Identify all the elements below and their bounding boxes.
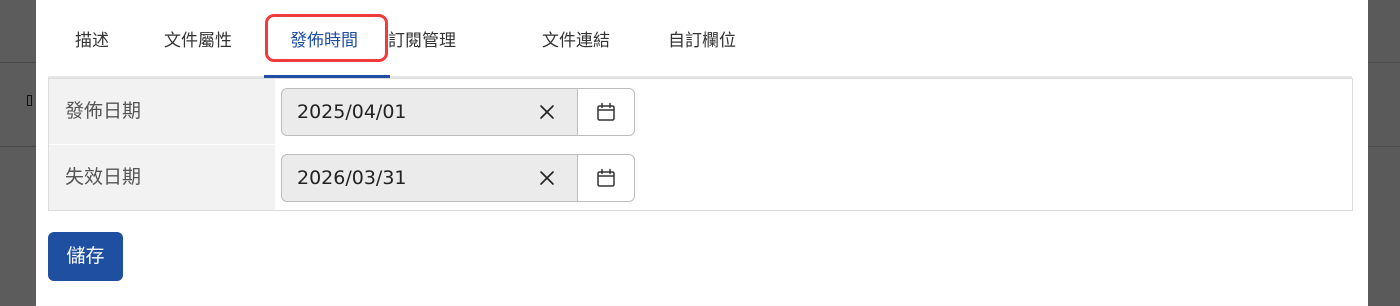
- publish-date-calendar-button[interactable]: [577, 88, 635, 136]
- document-settings-modal: 描述 文件屬性 發佈時間 訂閱管理 文件連結 自訂欄位 發佈日期 2025/04…: [36, 0, 1368, 306]
- tab-bar: 描述 文件屬性 發佈時間 訂閱管理 文件連結 自訂欄位: [36, 0, 1368, 78]
- expiry-date-value[interactable]: 2026/03/31: [297, 155, 407, 201]
- expiry-date-input[interactable]: 2026/03/31: [281, 154, 578, 202]
- backdrop-left: [0, 0, 36, 306]
- publish-date-value[interactable]: 2025/04/01: [297, 89, 407, 135]
- calendar-icon: [597, 168, 615, 187]
- tab-description[interactable]: 描述: [75, 26, 109, 56]
- tab-subscription-management[interactable]: 訂閱管理: [388, 26, 456, 56]
- calendar-icon: [597, 102, 615, 121]
- tab-document-properties[interactable]: 文件屬性: [164, 26, 232, 56]
- backdrop-divider: [1368, 146, 1400, 147]
- close-icon[interactable]: [539, 104, 555, 120]
- close-icon[interactable]: [539, 170, 555, 186]
- save-button[interactable]: 儲存: [48, 232, 123, 281]
- backdrop-right: [1368, 0, 1400, 306]
- backdrop-divider: [0, 146, 36, 147]
- tab-document-links[interactable]: 文件連結: [542, 26, 610, 56]
- backdrop-glyph: [27, 95, 32, 106]
- expiry-date-row: 失效日期 2026/03/31: [49, 145, 1352, 210]
- publish-date-row: 發佈日期 2025/04/01: [49, 79, 1352, 145]
- publish-date-label-cell: 發佈日期: [49, 79, 275, 144]
- publish-date-input[interactable]: 2025/04/01: [281, 88, 578, 136]
- expiry-date-label: 失效日期: [65, 166, 142, 188]
- expiry-date-label-cell: 失效日期: [49, 145, 275, 210]
- tab-custom-fields[interactable]: 自訂欄位: [668, 26, 736, 56]
- tab-highlight-box: [265, 14, 388, 62]
- expiry-date-calendar-button[interactable]: [577, 154, 635, 202]
- backdrop-divider: [0, 62, 36, 63]
- publish-time-form: 發佈日期 2025/04/01 失效日期 2026/03/31: [48, 78, 1353, 211]
- backdrop-divider: [1368, 62, 1400, 63]
- publish-date-label: 發佈日期: [65, 100, 142, 122]
